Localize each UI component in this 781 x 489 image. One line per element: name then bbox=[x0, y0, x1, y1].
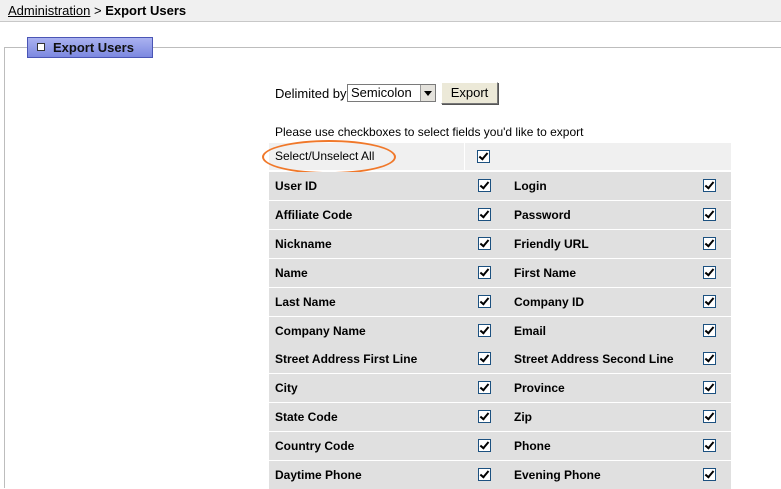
field-checkbox-cell bbox=[691, 345, 731, 373]
field-label: Friendly URL bbox=[514, 237, 589, 251]
table-row: Country Code Phone bbox=[269, 432, 731, 460]
panel-border-left bbox=[4, 47, 5, 488]
field-checkbox[interactable] bbox=[703, 439, 716, 452]
field-checkbox-cell bbox=[691, 288, 731, 316]
table-row: Company Name Email bbox=[269, 317, 731, 345]
field-checkbox[interactable] bbox=[703, 295, 716, 308]
field-checkbox[interactable] bbox=[703, 352, 716, 365]
delimiter-select-value: Semicolon bbox=[351, 85, 412, 100]
table-row: Affiliate Code Password bbox=[269, 201, 731, 229]
field-checkbox-cell bbox=[691, 172, 731, 200]
field-checkbox-cell bbox=[465, 432, 507, 460]
field-checkbox[interactable] bbox=[478, 468, 491, 481]
chevron-down-icon[interactable] bbox=[420, 85, 435, 101]
field-label: Email bbox=[514, 324, 547, 338]
field-checkbox[interactable] bbox=[478, 439, 491, 452]
field-checkbox[interactable] bbox=[478, 381, 491, 394]
breadcrumb-administration-link[interactable]: Administration bbox=[8, 3, 90, 18]
row-divider bbox=[464, 143, 465, 170]
highlight-oval bbox=[262, 140, 396, 174]
table-row: City Province bbox=[269, 374, 731, 402]
field-label: Phone bbox=[514, 439, 551, 453]
field-label: State Code bbox=[275, 410, 338, 424]
field-label: Zip bbox=[514, 410, 532, 424]
field-label: User ID bbox=[275, 179, 318, 193]
field-label: Nickname bbox=[275, 237, 332, 251]
field-checkbox[interactable] bbox=[703, 237, 716, 250]
field-checkbox[interactable] bbox=[478, 237, 491, 250]
field-checkbox-cell bbox=[691, 432, 731, 460]
field-label: Evening Phone bbox=[514, 468, 601, 482]
panel-title: Export Users bbox=[53, 40, 134, 55]
field-checkbox-cell bbox=[691, 461, 731, 489]
delimiter-select[interactable]: Semicolon bbox=[347, 84, 436, 102]
field-checkbox[interactable] bbox=[703, 468, 716, 481]
field-label: Company ID bbox=[514, 295, 585, 309]
field-checkbox[interactable] bbox=[478, 295, 491, 308]
field-label: Street Address Second Line bbox=[514, 352, 674, 366]
field-checkbox[interactable] bbox=[478, 324, 491, 337]
table-row: Name First Name bbox=[269, 259, 731, 287]
field-checkbox-cell bbox=[465, 374, 507, 402]
field-checkbox-cell bbox=[691, 230, 731, 258]
select-all-checkbox[interactable] bbox=[477, 150, 490, 163]
table-row: Daytime Phone Evening Phone bbox=[269, 461, 731, 489]
breadcrumb-current: Export Users bbox=[105, 3, 187, 18]
field-checkbox[interactable] bbox=[478, 410, 491, 423]
panel-tab: Export Users bbox=[27, 37, 153, 58]
field-checkbox[interactable] bbox=[703, 381, 716, 394]
field-checkbox-cell bbox=[465, 403, 507, 431]
field-checkbox-cell bbox=[465, 259, 507, 287]
table-row: State Code Zip bbox=[269, 403, 731, 431]
field-label: Affiliate Code bbox=[275, 208, 353, 222]
field-checkbox[interactable] bbox=[703, 179, 716, 192]
table-row: Nickname Friendly URL bbox=[269, 230, 731, 258]
square-icon bbox=[37, 43, 45, 51]
export-button[interactable]: Export bbox=[441, 82, 498, 104]
field-checkbox-cell bbox=[465, 230, 507, 258]
table-row: Street Address First Line Street Address … bbox=[269, 345, 731, 373]
field-label: Province bbox=[514, 381, 565, 395]
field-checkbox-cell bbox=[465, 345, 507, 373]
field-checkbox-cell bbox=[691, 374, 731, 402]
field-checkbox[interactable] bbox=[478, 266, 491, 279]
field-checkbox-cell bbox=[465, 461, 507, 489]
field-checkbox[interactable] bbox=[703, 410, 716, 423]
table-row: Last Name Company ID bbox=[269, 288, 731, 316]
field-checkbox[interactable] bbox=[478, 208, 491, 221]
field-checkbox[interactable] bbox=[703, 208, 716, 221]
field-label: Name bbox=[275, 266, 308, 280]
delimited-by-label: Delimited by bbox=[275, 86, 347, 101]
field-checkbox[interactable] bbox=[703, 324, 716, 337]
field-checkbox-cell bbox=[691, 403, 731, 431]
field-checkbox-cell bbox=[465, 172, 507, 200]
field-checkbox-cell bbox=[465, 201, 507, 229]
instructions-text: Please use checkboxes to select fields y… bbox=[275, 125, 584, 139]
field-label: Login bbox=[514, 179, 547, 193]
field-label: Last Name bbox=[275, 295, 336, 309]
field-checkbox[interactable] bbox=[478, 179, 491, 192]
field-label: Company Name bbox=[275, 324, 366, 338]
field-checkbox-cell bbox=[691, 259, 731, 287]
field-label: City bbox=[275, 381, 298, 395]
field-label: Country Code bbox=[275, 439, 355, 453]
field-checkbox-cell bbox=[465, 317, 507, 345]
field-label: Street Address First Line bbox=[275, 352, 418, 366]
table-row: User ID Login bbox=[269, 172, 731, 200]
field-checkbox[interactable] bbox=[478, 352, 491, 365]
field-checkbox-cell bbox=[465, 288, 507, 316]
field-checkbox-cell bbox=[691, 201, 731, 229]
field-checkbox-cell bbox=[691, 317, 731, 345]
field-label: First Name bbox=[514, 266, 577, 280]
field-label: Daytime Phone bbox=[275, 468, 362, 482]
field-checkbox[interactable] bbox=[703, 266, 716, 279]
breadcrumb-separator: > bbox=[90, 3, 106, 18]
field-label: Password bbox=[514, 208, 571, 222]
breadcrumb: Administration > Export Users bbox=[0, 0, 781, 22]
